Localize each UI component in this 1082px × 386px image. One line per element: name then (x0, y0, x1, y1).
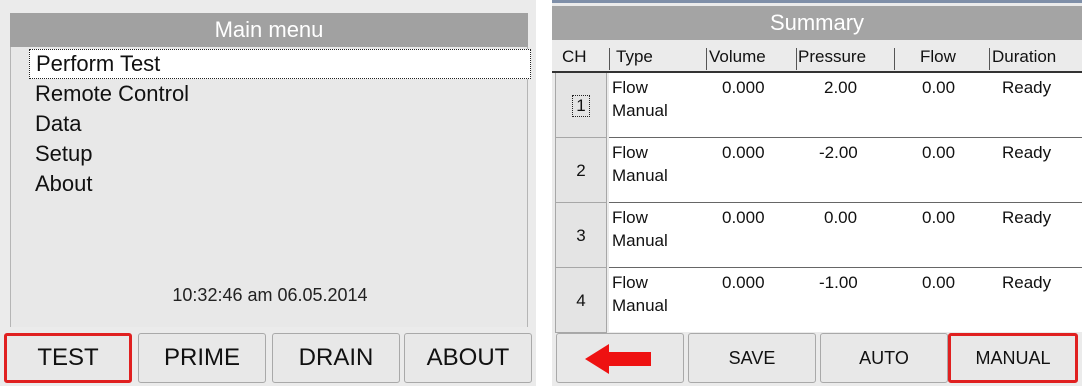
volume-cell: 0.000 (722, 273, 765, 292)
main-menu-title: Main menu (10, 13, 528, 47)
table-row[interactable]: 2 Flow Manual 0.000 -2.00 0.00 Ready (552, 138, 1082, 203)
channel-number: 3 (576, 226, 586, 245)
type-cell: Flow (612, 208, 648, 227)
about-button[interactable]: ABOUT (404, 333, 532, 383)
window-top-border (552, 0, 1082, 3)
duration-cell: Ready (1002, 78, 1052, 97)
left-arrow-icon (585, 344, 651, 374)
header-duration: Duration (992, 47, 1057, 66)
table-row[interactable]: 3 Flow Manual 0.000 0.00 0.00 Ready (552, 203, 1082, 268)
type-cell: Flow (612, 143, 648, 162)
flow-cell: 0.00 (922, 78, 956, 97)
manual-button[interactable]: MANUAL (948, 333, 1078, 383)
flow-cell: 0.00 (922, 273, 956, 292)
type-cell-mode: Manual (612, 166, 668, 185)
menu-item-perform-test[interactable]: Perform Test (29, 49, 531, 79)
volume-cell: 0.000 (722, 78, 765, 97)
type-cell-mode: Manual (612, 101, 668, 120)
datetime-display: 10:32:46 am 06.05.2014 (172, 285, 368, 305)
summary-title: Summary (552, 6, 1082, 40)
summary-screen: Summary CH Type Volume Pressure Flow Dur… (552, 0, 1082, 386)
back-button[interactable] (556, 333, 684, 383)
main-menu-list: Perform Test Remote Control Data Setup A… (29, 49, 531, 199)
header-pressure: Pressure (798, 47, 867, 66)
header-volume: Volume (709, 47, 766, 66)
drain-button[interactable]: DRAIN (272, 333, 400, 383)
channel-number: 1 (572, 95, 590, 117)
auto-button[interactable]: AUTO (820, 333, 948, 383)
save-button[interactable]: SAVE (688, 333, 816, 383)
pressure-cell: 0.00 (824, 208, 858, 227)
duration-cell: Ready (1002, 273, 1052, 292)
volume-cell: 0.000 (722, 143, 765, 162)
menu-item-data[interactable]: Data (29, 109, 531, 139)
menu-item-remote-control[interactable]: Remote Control (29, 79, 531, 109)
main-menu-body: Perform Test Remote Control Data Setup A… (10, 47, 531, 327)
menu-item-setup[interactable]: Setup (29, 139, 531, 169)
flow-cell: 0.00 (922, 208, 956, 227)
prime-button[interactable]: PRIME (138, 333, 266, 383)
header-divider (894, 48, 895, 70)
header-divider (609, 48, 610, 70)
duration-cell: Ready (1002, 208, 1052, 227)
channel-cell[interactable]: 3 (555, 203, 607, 268)
menu-item-about[interactable]: About (29, 169, 531, 199)
header-divider (706, 48, 707, 70)
type-cell: Flow (612, 78, 648, 97)
pressure-cell: -1.00 (819, 273, 858, 292)
flow-cell: 0.00 (922, 143, 956, 162)
channel-cell[interactable]: 2 (555, 138, 607, 203)
pressure-cell: 2.00 (824, 78, 858, 97)
header-flow: Flow (920, 47, 956, 66)
header-divider (796, 48, 797, 70)
test-button[interactable]: TEST (4, 333, 132, 383)
header-divider (989, 48, 990, 70)
summary-button-bar: SAVE AUTO MANUAL (552, 330, 1082, 386)
main-menu-button-bar: TEST PRIME DRAIN ABOUT (4, 330, 532, 384)
type-cell: Flow (612, 273, 648, 292)
channel-number: 4 (576, 291, 586, 310)
header-ch: CH (562, 47, 587, 66)
duration-cell: Ready (1002, 143, 1052, 162)
channel-number: 2 (576, 161, 586, 180)
main-menu-screen: Main menu Perform Test Remote Control Da… (0, 0, 536, 386)
type-cell-mode: Manual (612, 231, 668, 250)
table-row[interactable]: 4 Flow Manual 0.000 -1.00 0.00 Ready (552, 268, 1082, 333)
summary-table-header: CH Type Volume Pressure Flow Duration (552, 44, 1082, 70)
table-row[interactable]: 1 Flow Manual 0.000 2.00 0.00 Ready (552, 73, 1082, 138)
pressure-cell: -2.00 (819, 143, 858, 162)
header-type: Type (616, 47, 653, 66)
channel-cell[interactable]: 1 (555, 73, 607, 138)
channel-cell[interactable]: 4 (555, 268, 607, 333)
volume-cell: 0.000 (722, 208, 765, 227)
type-cell-mode: Manual (612, 296, 668, 315)
